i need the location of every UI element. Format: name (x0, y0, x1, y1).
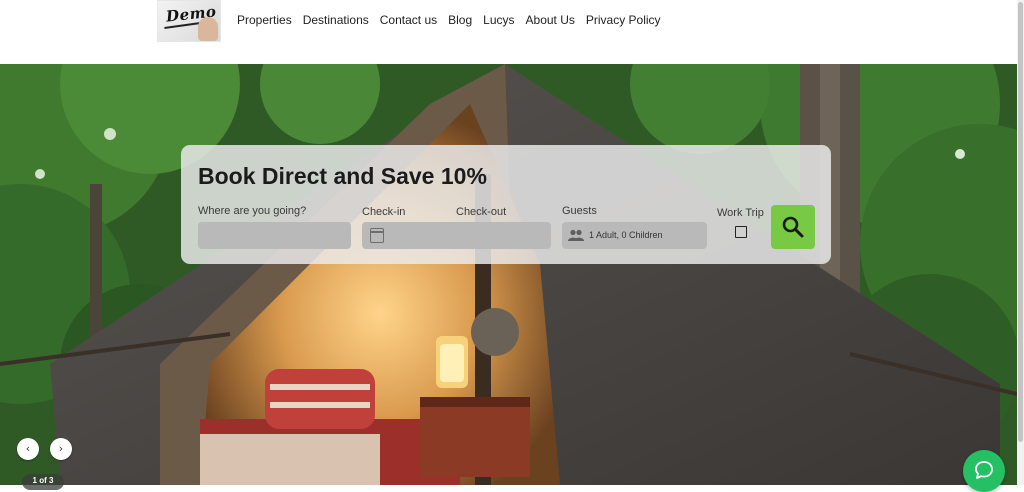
search-button[interactable] (771, 205, 815, 249)
slider-prev-button[interactable]: ‹ (17, 438, 39, 460)
booking-title: Book Direct and Save 10% (198, 163, 487, 189)
slider-next-button[interactable]: › (50, 438, 72, 460)
checkin-label: Check-in (362, 206, 406, 218)
destination-label: Where are you going? (198, 205, 307, 217)
booking-panel: Book Direct and Save 10% Where are you g… (181, 145, 831, 264)
nav-lucys[interactable]: Lucys (483, 13, 514, 28)
guests-value: 1 Adult, 0 Children (589, 230, 663, 240)
chat-bubble-icon (975, 461, 993, 479)
logo-hand-image (198, 17, 218, 41)
hero-slider: ‹ › (0, 64, 1017, 485)
nav-privacy-policy[interactable]: Privacy Policy (586, 13, 661, 28)
date-range-input[interactable] (362, 222, 551, 249)
nav-contact-us[interactable]: Contact us (380, 13, 437, 28)
chevron-left-icon: ‹ (25, 442, 31, 455)
nav-about-us[interactable]: About Us (526, 13, 575, 28)
work-trip-checkbox[interactable] (735, 226, 747, 238)
hero-image (0, 64, 1017, 485)
site-header: Demo Properties Destinations Contact us … (0, 0, 1024, 64)
calendar-icon (370, 228, 384, 243)
guests-select[interactable]: 1 Adult, 0 Children (562, 222, 707, 249)
chat-button[interactable] (963, 450, 1005, 492)
page-scrollbar[interactable] (1017, 0, 1024, 485)
nav-destinations[interactable]: Destinations (303, 13, 369, 28)
search-icon (782, 216, 804, 238)
work-trip-label: Work Trip (717, 207, 764, 219)
slide-counter: 1 of 3 (22, 474, 64, 490)
scrollbar-thumb[interactable] (1018, 2, 1023, 442)
main-nav: Properties Destinations Contact us Blog … (237, 13, 661, 28)
chevron-right-icon: › (58, 442, 64, 455)
destination-input[interactable] (198, 222, 351, 249)
checkout-label: Check-out (456, 206, 507, 218)
nav-properties[interactable]: Properties (237, 13, 292, 28)
nav-blog[interactable]: Blog (448, 13, 472, 28)
people-icon (568, 229, 584, 241)
guests-label: Guests (562, 205, 597, 217)
site-logo[interactable]: Demo (157, 0, 221, 42)
